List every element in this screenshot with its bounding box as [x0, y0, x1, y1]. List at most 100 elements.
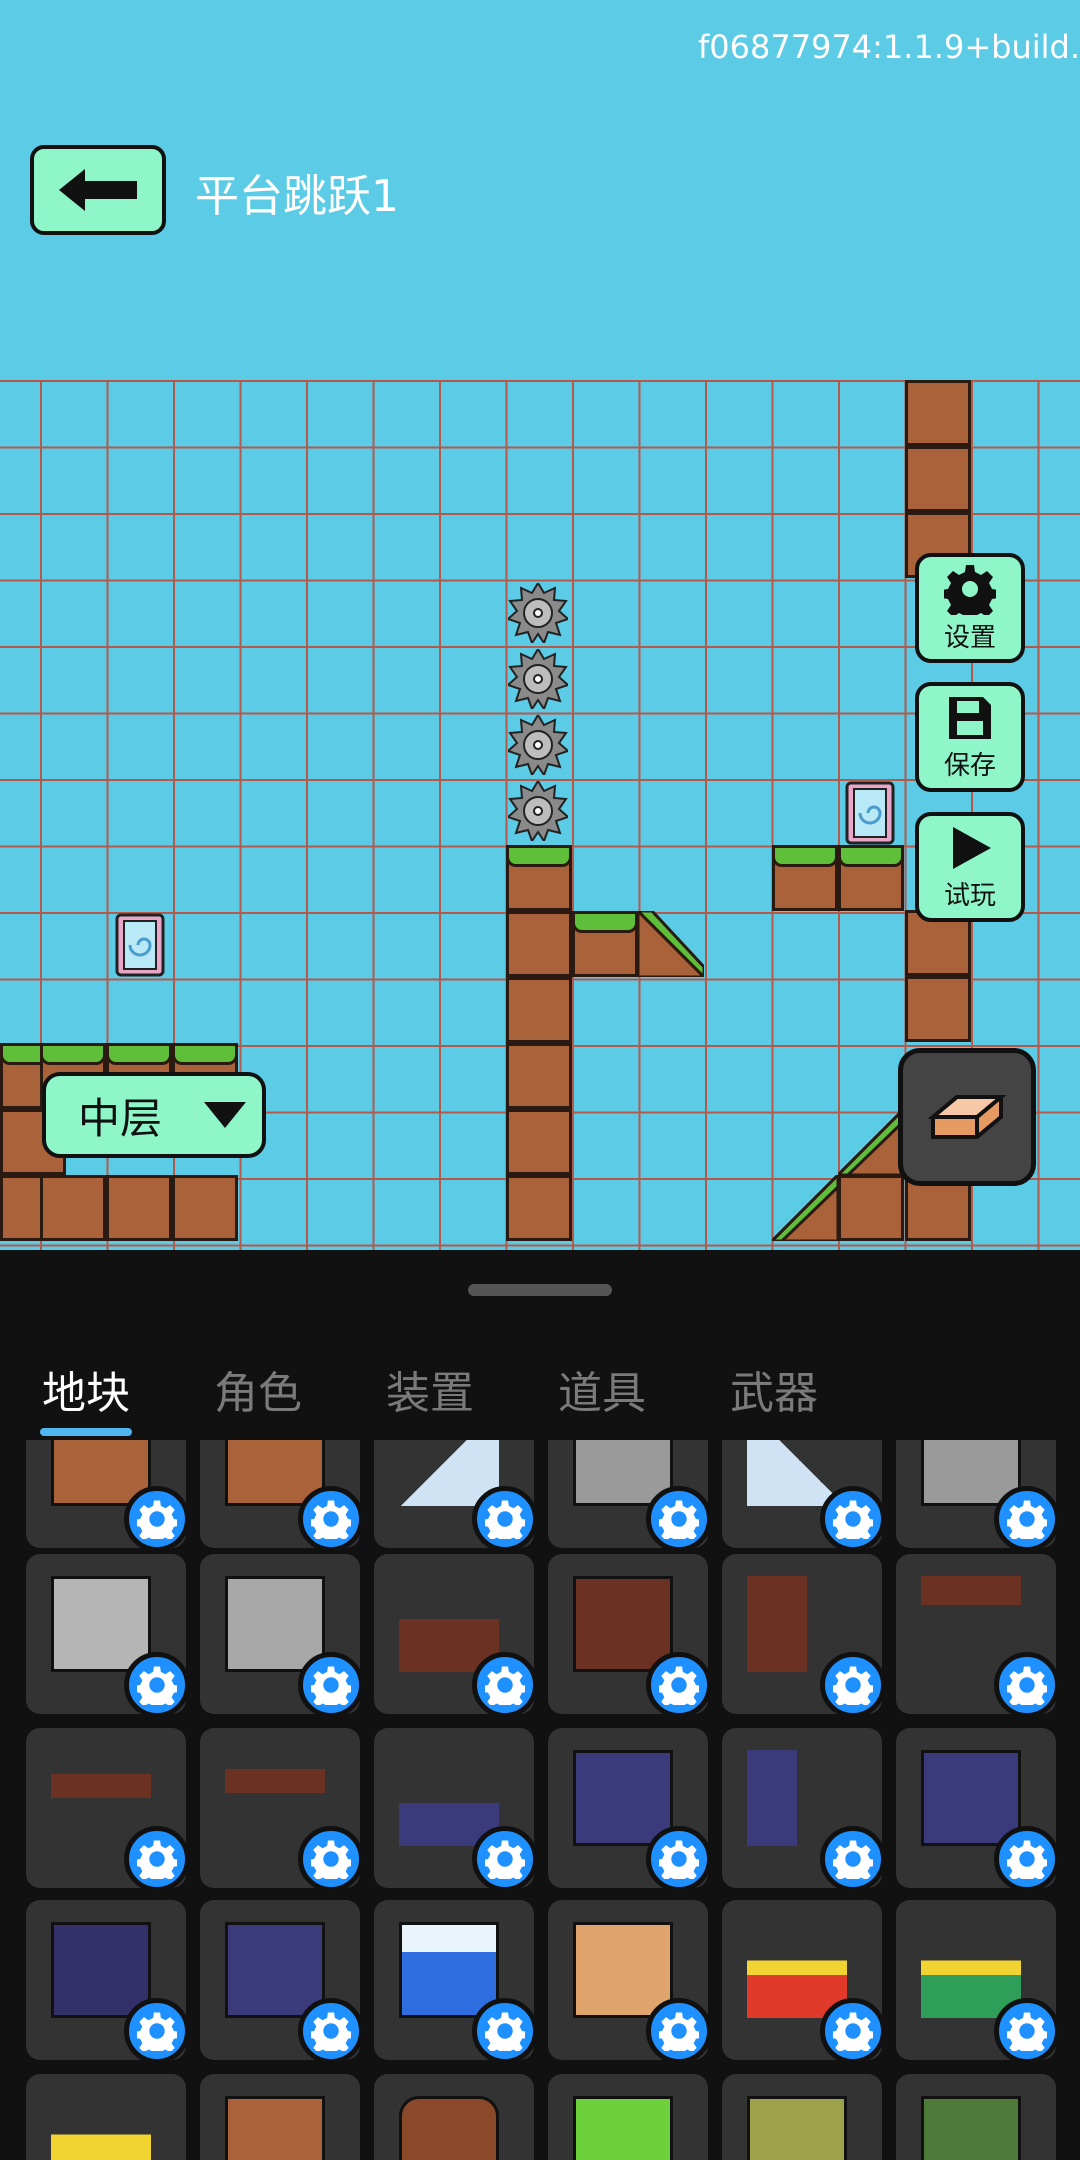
tile-config-gear-icon[interactable] [472, 1486, 534, 1548]
palette-tile-olive-block[interactable] [722, 2074, 882, 2160]
tile-config-gear-icon[interactable] [298, 1486, 360, 1548]
back-button[interactable] [30, 145, 166, 235]
palette-tile-barrel[interactable] [374, 2074, 534, 2160]
tile-preview-wood-bracket [921, 1576, 1021, 1672]
palette-tile-gold-pile[interactable] [26, 2074, 186, 2160]
save-label: 保存 [943, 750, 996, 781]
grass-tile [572, 911, 638, 977]
tile-config-gear-icon[interactable] [820, 1486, 882, 1548]
tile-config-gear-icon[interactable] [646, 1486, 708, 1548]
tile-config-gear-icon[interactable] [298, 1826, 360, 1888]
tile-config-gear-icon[interactable] [472, 1652, 534, 1714]
palette-tile-purple-block[interactable] [896, 1728, 1056, 1888]
tile-config-gear-icon[interactable] [994, 1652, 1056, 1714]
arrow-left-icon [59, 169, 137, 211]
palette-tile-stone-circle[interactable] [200, 1554, 360, 1714]
tile-preview-wood-bracket-2 [225, 1750, 325, 1846]
terrain-tile [506, 1175, 572, 1241]
tile-config-gear-icon[interactable] [994, 1998, 1056, 2060]
tile-config-gear-icon[interactable] [820, 1652, 882, 1714]
tile-config-gear-icon[interactable] [472, 1998, 534, 2060]
layer-select[interactable]: 中层 [42, 1072, 266, 1158]
tile-preview-lava-red [747, 1922, 847, 2018]
tile-config-gear-icon[interactable] [994, 1486, 1056, 1548]
panel-drag-handle[interactable] [468, 1284, 612, 1296]
tile-palette[interactable] [0, 1440, 1080, 2160]
play-icon [953, 826, 991, 869]
palette-tile-lava-green[interactable] [896, 1900, 1056, 2060]
tile-preview-green-block [573, 2096, 673, 2160]
tile-config-gear-icon[interactable] [124, 1998, 186, 2060]
palette-tile-wood-crate[interactable] [200, 2074, 360, 2160]
tile-config-gear-icon[interactable] [646, 1652, 708, 1714]
save-button[interactable]: 保存 [915, 682, 1025, 792]
tile-config-gear-icon[interactable] [820, 1826, 882, 1888]
eraser-button[interactable] [898, 1048, 1036, 1186]
tile-preview-wood-plank [51, 1750, 151, 1846]
play-button[interactable]: 试玩 [915, 812, 1025, 922]
palette-tile-spiral-moss[interactable] [26, 1900, 186, 2060]
tile-preview-purple-block [921, 1750, 1021, 1846]
terrain-tile [506, 1109, 572, 1175]
grass-tile [506, 845, 572, 911]
palette-tile-wood-logs[interactable] [548, 1554, 708, 1714]
palette-tile-dirt-spots[interactable] [26, 1440, 186, 1548]
tab-tiles[interactable]: 地块 [42, 1357, 130, 1421]
portal-icon [115, 913, 165, 977]
palette-tile-green-block[interactable] [548, 2074, 708, 2160]
tile-config-gear-icon[interactable] [646, 1826, 708, 1888]
palette-tile-spiral-grass[interactable] [548, 1728, 708, 1888]
eraser-icon [927, 1095, 1007, 1139]
grass-tile [838, 845, 904, 911]
tile-config-gear-icon[interactable] [124, 1826, 186, 1888]
tile-preview-olive-block [747, 2096, 847, 2160]
palette-tile-wood-bracket-2[interactable] [200, 1728, 360, 1888]
tile-config-gear-icon[interactable] [124, 1652, 186, 1714]
palette-tile-wood-plank[interactable] [26, 1728, 186, 1888]
palette-tile-cracked-stone[interactable] [26, 1554, 186, 1714]
palette-tile-spiral-small[interactable] [374, 1728, 534, 1888]
tile-config-gear-icon[interactable] [994, 1826, 1056, 1888]
tab-devices[interactable]: 装置 [386, 1357, 474, 1421]
tile-config-gear-icon[interactable] [298, 1652, 360, 1714]
palette-tile-lava-red[interactable] [722, 1900, 882, 2060]
tile-preview-stone-circle [225, 1576, 325, 1672]
palette-tile-stone-brick[interactable] [548, 1440, 708, 1548]
tile-config-gear-icon[interactable] [820, 1998, 882, 2060]
palette-tile-wood-crate-light[interactable] [548, 1900, 708, 2060]
palette-tile-stone-brick-2[interactable] [896, 1440, 1056, 1548]
tile-config-gear-icon[interactable] [472, 1826, 534, 1888]
terrain-tile [905, 446, 971, 512]
palette-tile-moss-block[interactable] [896, 2074, 1056, 2160]
grass-slope [838, 1109, 904, 1175]
palette-tile-dirt-bone[interactable] [200, 1440, 360, 1548]
grass-tile [772, 845, 838, 911]
saw-blade-icon [508, 649, 568, 709]
tile-config-gear-icon[interactable] [646, 1998, 708, 2060]
saw-blade-icon [508, 715, 568, 775]
settings-button[interactable]: 设置 [915, 553, 1025, 663]
tile-preview-wood-stumps-2 [747, 1576, 847, 1672]
tab-items[interactable]: 道具 [558, 1357, 646, 1421]
palette-tile-spiral-dark[interactable] [200, 1900, 360, 2060]
tile-preview-wood-crate-light [573, 1922, 673, 2018]
play-label: 试玩 [943, 880, 996, 911]
tab-weapons[interactable]: 武器 [730, 1357, 818, 1421]
palette-tile-ice-slope-2[interactable] [722, 1440, 882, 1548]
level-title: 平台跳跃1 [195, 171, 399, 222]
palette-tile-ice-slope[interactable] [374, 1440, 534, 1548]
tile-preview-spiral-grass [573, 1750, 673, 1846]
palette-tile-wood-stumps[interactable] [374, 1554, 534, 1714]
tile-preview-spiral-dark [225, 1922, 325, 2018]
tile-config-gear-icon[interactable] [124, 1486, 186, 1548]
tab-characters[interactable]: 角色 [214, 1357, 302, 1421]
palette-tile-wood-bracket[interactable] [896, 1554, 1056, 1714]
tile-preview-wood-crate [225, 2096, 325, 2160]
tile-config-gear-icon[interactable] [298, 1998, 360, 2060]
palette-tile-spiral-stack[interactable] [722, 1728, 882, 1888]
palette-tile-wood-stumps-2[interactable] [722, 1554, 882, 1714]
tile-preview-cracked-stone [51, 1576, 151, 1672]
tile-preview-lava-green [921, 1922, 1021, 2018]
tile-preview-spiral-stack [747, 1750, 847, 1846]
palette-tile-ice-water[interactable] [374, 1900, 534, 2060]
